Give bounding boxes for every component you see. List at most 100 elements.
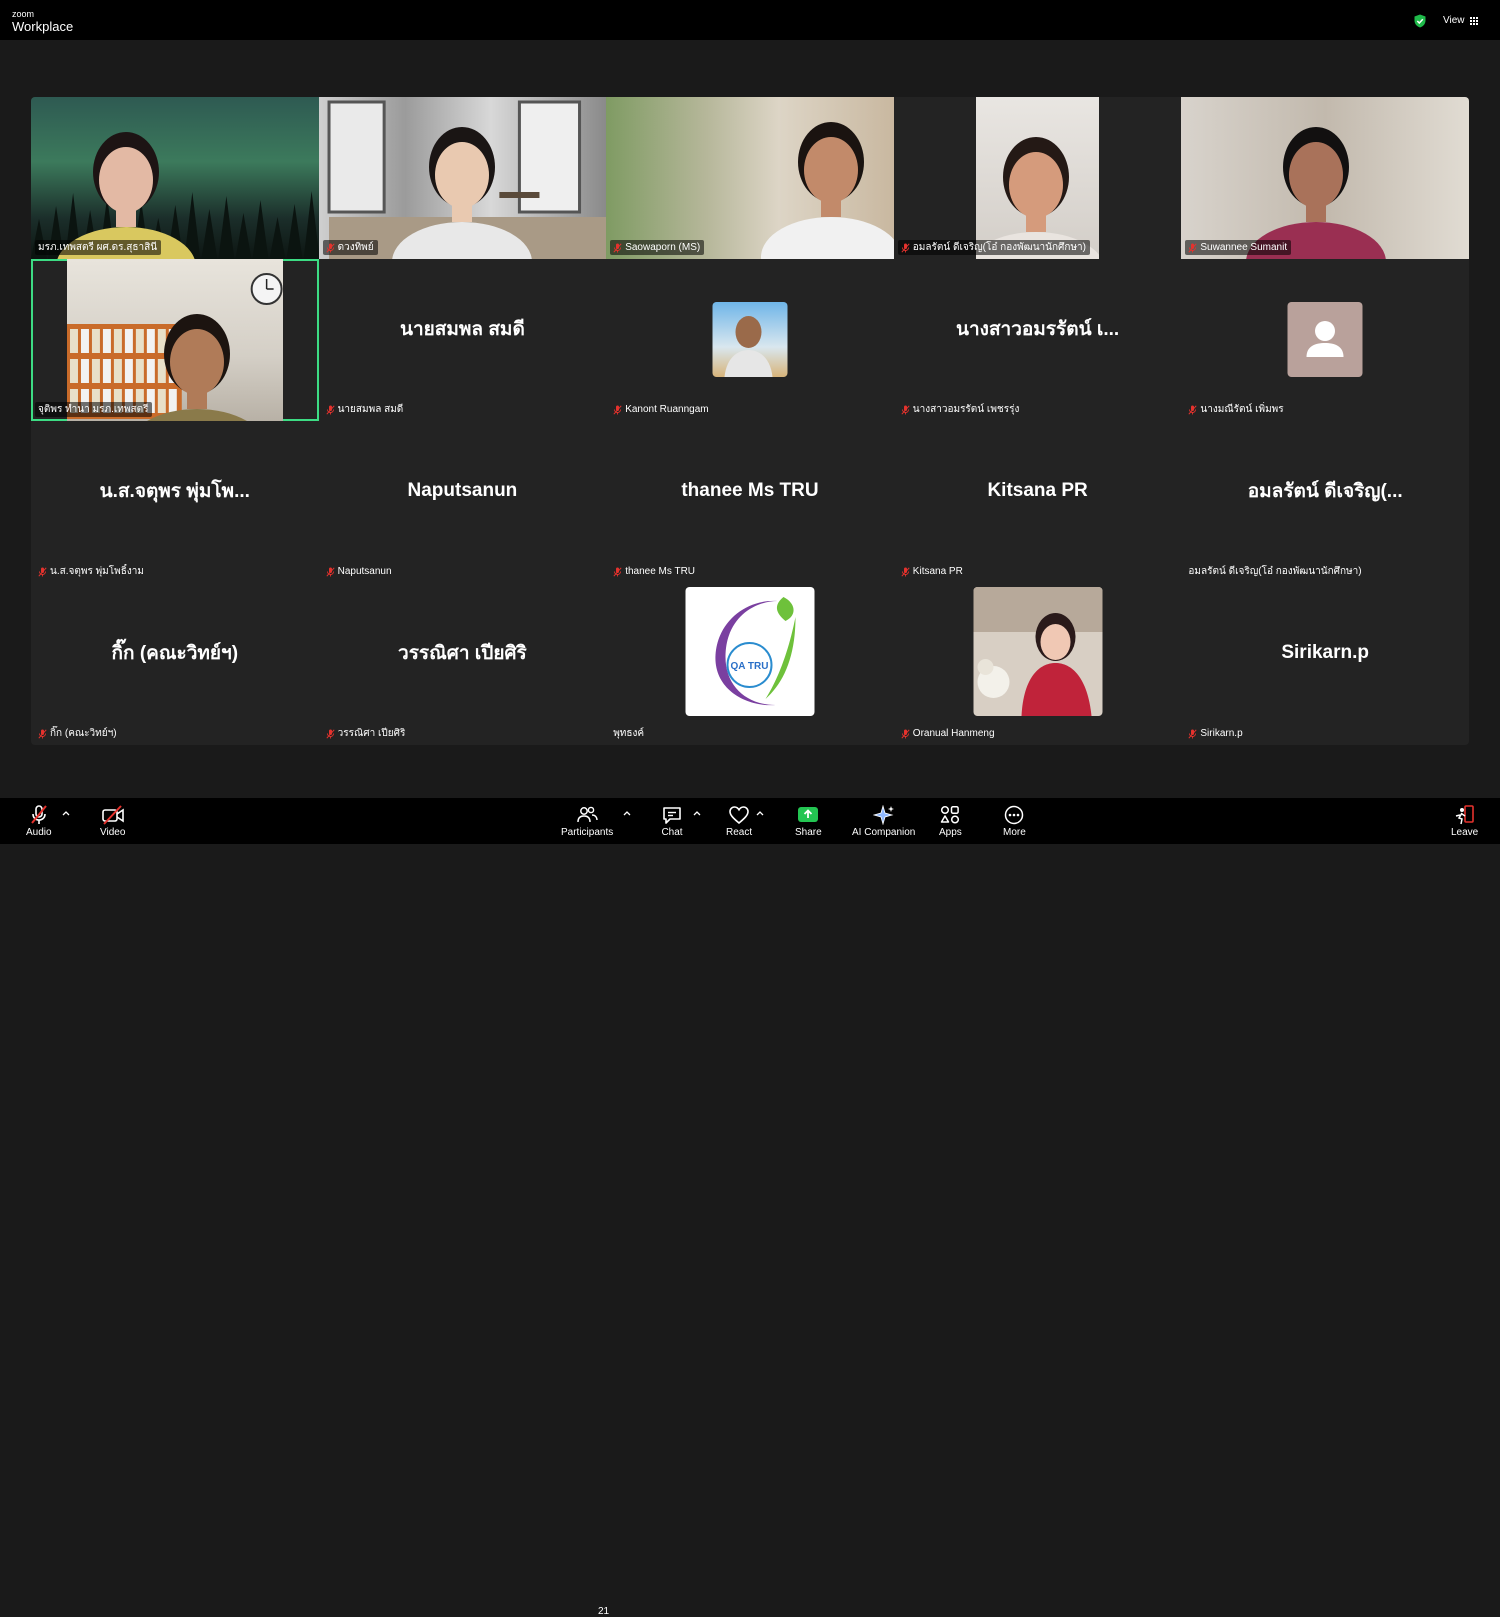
participant-video — [975, 97, 1100, 259]
participant-display-name: นางสาวอมรรัตน์ เ... — [956, 319, 1120, 340]
avatar — [712, 302, 788, 377]
participant-tile[interactable]: thanee Ms TRU thanee Ms TRU — [606, 421, 894, 583]
sparkle-icon — [872, 805, 894, 825]
ai-companion-button[interactable]: AI Companion — [852, 805, 915, 838]
apps-button[interactable]: Apps — [939, 805, 962, 838]
participant-video — [606, 97, 894, 259]
mic-muted-icon — [326, 242, 335, 253]
user-icon — [1306, 321, 1344, 357]
participant-name-label: วรรณิศา เปียศิริ — [323, 726, 410, 741]
leave-button[interactable]: Leave — [1451, 805, 1478, 838]
audio-button[interactable]: Audio — [26, 805, 52, 838]
participant-name-label: Kanont Ruanngam — [610, 402, 712, 417]
mic-muted-icon — [613, 242, 622, 253]
chevron-up-icon[interactable] — [693, 810, 701, 816]
more-button[interactable]: More — [1003, 805, 1026, 838]
participants-label: Participants — [561, 827, 614, 838]
participant-name-label: Kitsana PR — [898, 564, 967, 579]
participant-name: Naputsanun — [337, 566, 392, 577]
mic-muted-icon — [901, 242, 910, 253]
participant-grid: มรภ.เทพสตรี ผศ.ดร.สุธาสินี ดวงทิพย์ Saowap… — [31, 97, 1469, 745]
leave-label: Leave — [1451, 827, 1479, 838]
default-avatar — [1287, 302, 1363, 377]
chat-button[interactable]: Chat — [661, 805, 683, 838]
mic-muted-icon — [901, 566, 910, 577]
participant-tile[interactable]: QA TRU พุทธงค์ — [606, 583, 894, 745]
participant-video — [318, 97, 607, 259]
participant-figure — [1246, 127, 1387, 259]
participant-tile[interactable]: มรภ.เทพสตรี ผศ.ดร.สุธาสินี — [31, 97, 319, 259]
chevron-up-icon[interactable] — [756, 810, 764, 816]
mic-muted-icon — [901, 728, 910, 739]
share-button[interactable]: Share — [795, 805, 822, 838]
shield-check-icon[interactable] — [1413, 14, 1427, 28]
participant-tile[interactable]: จุติพร ทำนา มรภ.เทพสตรี — [31, 259, 319, 421]
mic-muted-icon — [1188, 242, 1197, 253]
participant-tile[interactable]: Kanont Ruanngam — [606, 259, 894, 421]
react-button[interactable]: React — [726, 805, 752, 838]
participant-figure — [975, 137, 1100, 259]
participant-display-name: กิ๊ก (คณะวิทย์ฯ) — [111, 643, 239, 664]
participant-name: นายสมพล สมดี — [337, 404, 404, 415]
react-label: React — [726, 827, 753, 838]
participant-name: นางสาวอมรรัตน์ เพชรรุ่ง — [912, 404, 1020, 415]
participant-tile[interactable]: นางสาวอมรรัตน์ เ... นางสาวอมรรัตน์ เพชรรุ… — [893, 259, 1182, 421]
mic-muted-icon — [613, 566, 622, 577]
mic-muted-icon — [326, 566, 335, 577]
participant-name: พุทธงค์ — [613, 728, 645, 739]
participant-figure — [57, 132, 195, 259]
participant-tile[interactable]: นางมณีรัตน์ เพิ่มพร — [1181, 259, 1469, 421]
participant-video — [1181, 97, 1469, 259]
view-button[interactable]: View — [1443, 15, 1478, 26]
participants-button[interactable]: Participants — [561, 805, 613, 838]
video-label: Video — [100, 827, 126, 838]
chevron-up-icon[interactable] — [62, 810, 70, 816]
participant-tile[interactable]: ดวงทิพย์ — [318, 97, 607, 259]
participant-name: กิ๊ก (คณะวิทย์ฯ) — [50, 728, 117, 739]
avatar-photo — [712, 302, 788, 377]
participant-name-label: thanee Ms TRU — [610, 564, 699, 579]
participant-tile[interactable]: นายสมพล สมดี นายสมพล สมดี — [318, 259, 607, 421]
participants-count: 21 — [598, 1606, 610, 1617]
participant-display-name: วรรณิศา เปียศิริ — [398, 643, 527, 664]
camera-off-icon — [101, 805, 124, 825]
apps-label: Apps — [939, 827, 962, 838]
participant-name: อมลรัตน์ ดีเจริญ(โอ๋ กองพัฒนานักศึกษา) — [1188, 566, 1362, 577]
participant-tile[interactable]: กิ๊ก (คณะวิทย์ฯ) กิ๊ก (คณะวิทย์ฯ) — [31, 583, 319, 745]
participant-display-name: อมลรัตน์ ดีเจริญ(... — [1247, 481, 1403, 502]
grid-icon — [1469, 16, 1478, 25]
participant-tile[interactable]: Oranual Hanmeng — [893, 583, 1182, 745]
participant-name: Suwannee Sumanit — [1200, 242, 1288, 253]
participant-tile[interactable]: Suwannee Sumanit — [1181, 97, 1469, 259]
participant-display-name: thanee Ms TRU — [681, 480, 819, 501]
participant-name-label: จุติพร ทำนา มรภ.เทพสตรี — [35, 402, 153, 417]
participant-video — [31, 97, 319, 259]
participant-tile[interactable]: อมลรัตน์ ดีเจริญ(โอ๋ กองพัฒนานักศึกษา) — [893, 97, 1182, 259]
participant-name: อมลรัตน์ ดีเจริญ(โอ๋ กองพัฒนานักศึกษา) — [912, 242, 1086, 253]
participant-tile[interactable]: Sirikarn.p Sirikarn.p — [1181, 583, 1469, 745]
participant-tile[interactable]: วรรณิศา เปียศิริ วรรณิศา เปียศิริ — [318, 583, 607, 745]
chevron-up-icon[interactable] — [623, 810, 631, 816]
meeting-toolbar: Audio Video Participants 21 Chat React S… — [0, 798, 1500, 1617]
more-icon — [1005, 805, 1024, 825]
participant-tile[interactable]: Saowaporn (MS) — [606, 97, 894, 259]
ai-companion-label: AI Companion — [852, 827, 916, 838]
participant-name-label: Suwannee Sumanit — [1185, 240, 1292, 255]
participant-name: น.ส.จตุพร พุ่มโพธิ์งาม — [50, 566, 144, 577]
participants-icon — [577, 806, 598, 823]
app-logo: zoom Workplace — [12, 10, 73, 34]
participant-name-label: Sirikarn.p — [1185, 726, 1246, 741]
participant-tile[interactable]: Naputsanun Naputsanun — [318, 421, 607, 583]
mic-muted-icon — [38, 566, 47, 577]
participant-name-label: มรภ.เทพสตรี ผศ.ดร.สุธาสินี — [35, 240, 162, 255]
participant-tile[interactable]: น.ส.จตุพร พุ่มโพ... น.ส.จตุพร พุ่มโพธิ์งา… — [31, 421, 319, 583]
participant-tile[interactable]: Kitsana PR Kitsana PR — [893, 421, 1182, 583]
video-button[interactable]: Video — [100, 805, 125, 838]
participant-name-label: อมลรัตน์ ดีเจริญ(โอ๋ กองพัฒนานักศึกษา) — [1185, 564, 1365, 579]
participant-name: ดวงทิพย์ — [337, 242, 374, 253]
participant-name-label: พุทธงค์ — [610, 726, 648, 741]
participant-tile[interactable]: อมลรัตน์ ดีเจริญ(... อมลรัตน์ ดีเจริญ(โอ๋… — [1181, 421, 1469, 583]
avatar — [973, 587, 1103, 716]
more-label: More — [1003, 827, 1026, 838]
logo-image: QA TRU — [715, 597, 796, 706]
